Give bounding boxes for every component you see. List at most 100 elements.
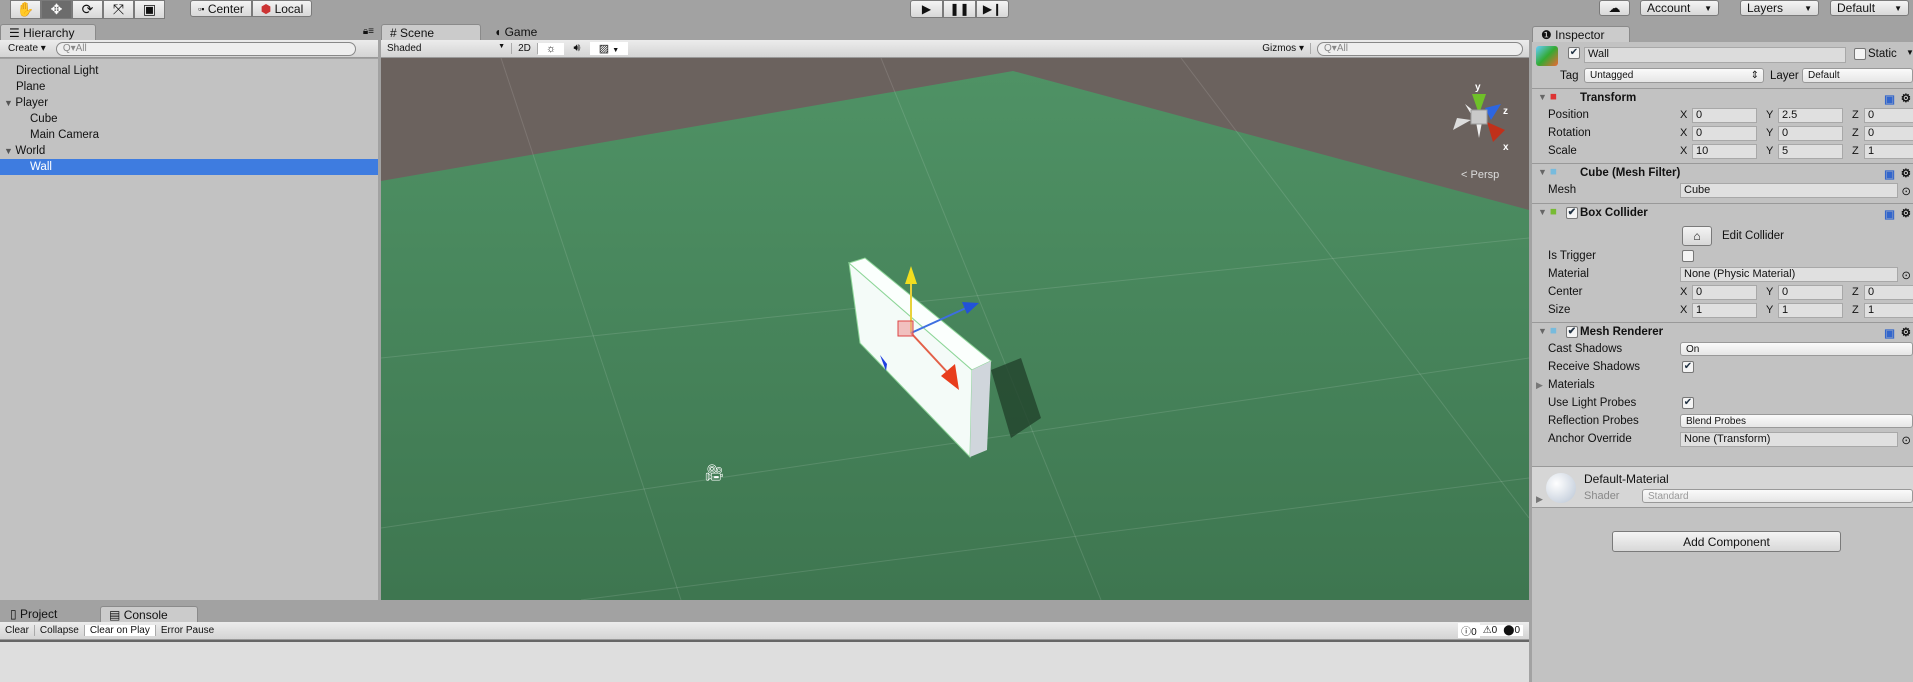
shading-mode-dropdown[interactable]: Shaded ▼ [387,43,512,54]
mesh-renderer-header[interactable]: ▼ ■ ✔ Mesh Renderer ▣ ⚙ [1532,322,1913,342]
chevron-down-icon[interactable]: ▼ [1906,48,1913,57]
mesh-renderer-enabled-checkbox[interactable]: ✔ [1566,326,1578,338]
scale-y-field[interactable]: 5 [1778,144,1843,159]
rotation-x-field[interactable]: 0 [1692,126,1757,141]
audio-toggle[interactable]: 🔊︎ [564,42,590,55]
error-filter[interactable]: ⬤0 [1500,625,1523,636]
help-icon[interactable]: ▣ [1884,167,1895,181]
tag-dropdown[interactable]: Untagged ⇕ [1584,68,1764,83]
reflection-probes-field[interactable]: Blend Probes [1680,414,1913,428]
hierarchy-item[interactable]: ▼ Player [0,95,378,111]
help-icon[interactable]: ▣ [1884,326,1895,340]
error-pause-toggle[interactable]: Error Pause [156,625,219,636]
move-tool-button[interactable]: ✥ [41,0,72,19]
cast-shadows-field[interactable]: On [1680,342,1913,356]
size-y-field[interactable]: 1 [1778,303,1843,318]
layer-dropdown[interactable]: Default [1802,68,1913,83]
scale-x-field[interactable]: 10 [1692,144,1757,159]
tab-project[interactable]: ▯ Project [2,606,65,622]
lock-icon[interactable]: 🔒︎≡ [363,26,374,37]
tab-console[interactable]: ▤ Console [100,606,198,622]
box-collider-header[interactable]: ▼ ■ ✔ Box Collider ▣ ⚙ [1532,203,1913,223]
hierarchy-item[interactable]: Cube [0,111,378,127]
expand-arrow-icon[interactable]: ▼ [4,98,15,108]
tab-hierarchy[interactable]: ☰ Hierarchy [0,24,96,40]
pivot-center-button[interactable]: ▫▪ Center [190,0,252,17]
hierarchy-item[interactable]: Directional Light [0,63,378,79]
edit-collider-button[interactable]: ⌂ [1682,226,1712,246]
expand-arrow-icon[interactable]: ▶ [1536,380,1543,391]
scale-z-field[interactable]: 1 [1864,144,1913,159]
collapse-arrow-icon[interactable]: ▼ [1538,92,1547,102]
active-checkbox[interactable]: ✔ [1568,47,1580,59]
transform-header[interactable]: ▼ ■ Transform ▣ ⚙ [1532,88,1913,108]
info-filter[interactable]: ⓘ0 [1458,623,1480,638]
pause-button[interactable]: ❚❚ [943,0,976,18]
camera-icon[interactable]: 🎥︎ [704,464,724,482]
center-z-field[interactable]: 0 [1864,285,1913,300]
center-y-field[interactable]: 0 [1778,285,1843,300]
play-button[interactable]: ▶ [910,0,943,18]
gizmos-dropdown[interactable]: Gizmos ▾ [1262,43,1311,54]
gear-icon[interactable]: ⚙ [1901,325,1911,339]
gameobject-icon[interactable] [1536,46,1558,66]
scene-viewport[interactable]: 🎥︎ y z x < Persp [381,58,1529,600]
materials-row[interactable]: ▶ Materials [1532,377,1913,395]
mesh-filter-header[interactable]: ▼ ■ Cube (Mesh Filter) ▣ ⚙ [1532,163,1913,183]
effects-dropdown[interactable]: ▨ ▼ [590,42,628,55]
position-y-field[interactable]: 2.5 [1778,108,1843,123]
hand-tool-button[interactable]: ✋ [10,0,41,19]
physic-material-field[interactable]: None (Physic Material) [1680,267,1898,282]
expand-arrow-icon[interactable]: ▶ [1536,494,1543,505]
is-trigger-checkbox[interactable] [1682,250,1694,262]
gear-icon[interactable]: ⚙ [1901,206,1911,220]
create-dropdown[interactable]: Create ▾ [8,43,46,54]
clear-on-play-toggle[interactable]: Clear on Play [84,625,156,636]
scene-search-input[interactable]: Q▾All [1317,41,1523,56]
gear-icon[interactable]: ⚙ [1901,91,1911,105]
object-picker-icon[interactable]: ⊙ [1901,433,1911,447]
rotation-z-field[interactable]: 0 [1864,126,1913,141]
rect-tool-button[interactable]: ▣ [134,0,165,19]
size-z-field[interactable]: 1 [1864,303,1913,318]
anchor-override-field[interactable]: None (Transform) [1680,432,1898,447]
step-button[interactable]: ▶❙ [976,0,1009,18]
expand-arrow-icon[interactable]: ▼ [4,146,15,156]
static-checkbox[interactable] [1854,48,1866,60]
account-dropdown[interactable]: Account ▼ [1640,0,1719,16]
collapse-arrow-icon[interactable]: ▼ [1538,207,1547,217]
hierarchy-search-input[interactable]: Q▾All [55,41,356,56]
projection-label[interactable]: < Persp [1461,169,1499,181]
warning-filter[interactable]: ⚠0 [1479,625,1501,636]
collapse-arrow-icon[interactable]: ▼ [1538,167,1547,177]
lighting-toggle[interactable]: ☼ [538,42,564,55]
pivot-local-button[interactable]: ⬢ Local [252,0,312,17]
hierarchy-item[interactable]: ▼ World [0,143,378,159]
scale-tool-button[interactable]: ⤧ [103,0,134,19]
hierarchy-item[interactable]: Wall [0,159,378,175]
layout-dropdown[interactable]: Default ▼ [1830,0,1909,16]
rotate-tool-button[interactable]: ⟳ [72,0,103,19]
receive-shadows-checkbox[interactable]: ✔ [1682,361,1694,373]
help-icon[interactable]: ▣ [1884,92,1895,106]
help-icon[interactable]: ▣ [1884,207,1895,221]
position-x-field[interactable]: 0 [1692,108,1757,123]
tab-scene[interactable]: # Scene [381,24,481,40]
collapse-button[interactable]: Collapse [35,625,85,636]
hierarchy-item[interactable]: Plane [0,79,378,95]
name-field[interactable]: Wall [1584,47,1846,63]
layers-dropdown[interactable]: Layers ▼ [1740,0,1819,16]
use-light-probes-checkbox[interactable]: ✔ [1682,397,1694,409]
cloud-button[interactable]: ☁ [1599,0,1630,16]
mesh-field[interactable]: Cube [1680,183,1898,198]
2d-toggle[interactable]: 2D [512,43,538,54]
position-z-field[interactable]: 0 [1864,108,1913,123]
clear-button[interactable]: Clear [0,625,35,636]
collapse-arrow-icon[interactable]: ▼ [1538,326,1547,336]
shader-dropdown[interactable]: Standard [1642,489,1913,503]
center-x-field[interactable]: 0 [1692,285,1757,300]
add-component-button[interactable]: Add Component [1612,531,1841,552]
rotation-y-field[interactable]: 0 [1778,126,1843,141]
tab-inspector[interactable]: ❶ Inspector [1532,26,1630,42]
object-picker-icon[interactable]: ⊙ [1901,184,1911,198]
